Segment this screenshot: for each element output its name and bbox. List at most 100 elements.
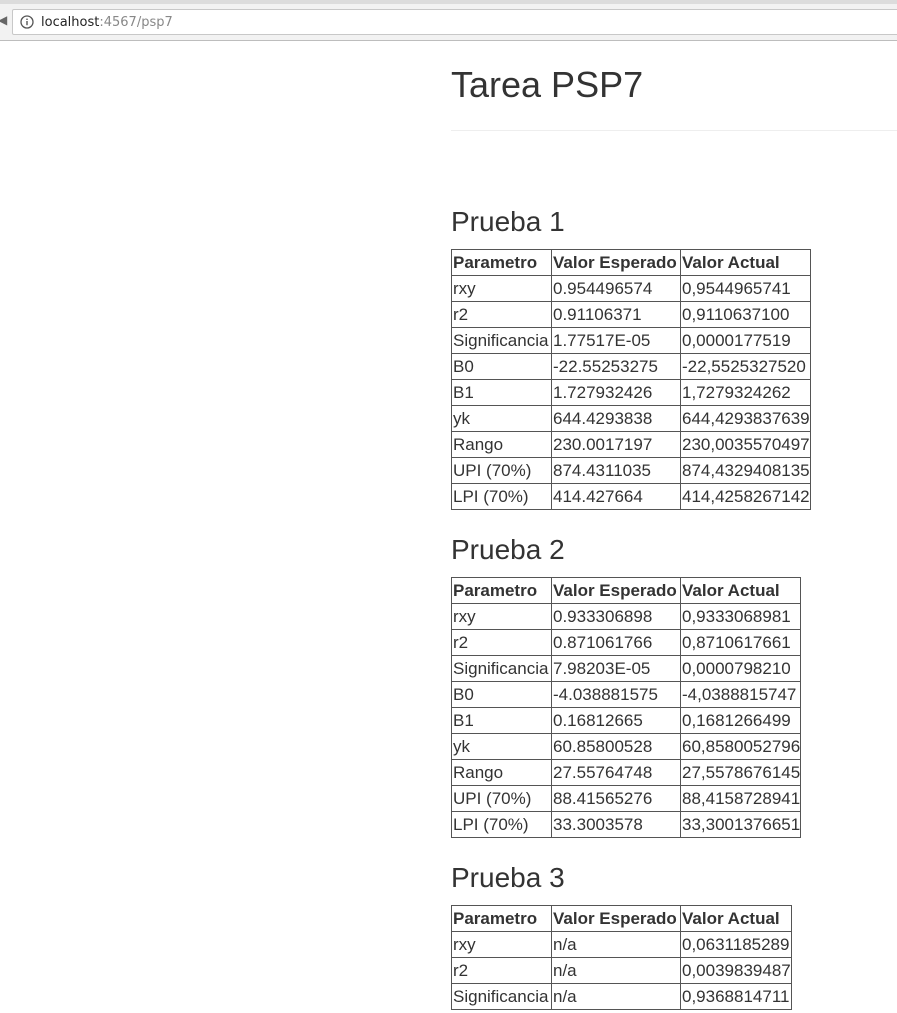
parameter-cell: UPI (70%) [451,785,552,812]
parameter-cell: Significancia [451,655,552,682]
table-row: Rango 230.0017197 230,0035570497 [451,431,811,458]
test-title: Prueba 3 [451,862,565,893]
expected-value-cell: 0.954496574 [551,275,681,302]
table-header-row: Parametro Valor Esperado Valor Actual [451,905,792,932]
parameter-cell: yk [451,405,552,432]
actual-value-cell: 874,4329408135 [680,457,811,484]
parameter-cell: B0 [451,681,552,708]
actual-value-cell: 0,9544965741 [680,275,811,302]
actual-value-cell: 0,9333068981 [679,603,802,630]
actual-value-cell: 0,0000798210 [679,655,802,682]
address-url[interactable]: localhost:4567/psp7 [41,15,173,30]
expected-value-cell: 0.91106371 [551,301,681,328]
parameter-cell: LPI (70%) [451,811,552,838]
column-header: Parametro [451,905,552,932]
parameter-cell: r2 [451,629,552,656]
expected-value-cell: 0.871061766 [551,629,681,656]
expected-value-cell: n/a [551,957,681,984]
column-header: Valor Esperado [551,249,681,276]
expected-value-cell: 60.85800528 [551,733,681,760]
table-row: B1 1.727932426 1,7279324262 [451,379,811,406]
parameter-cell: B0 [451,353,552,380]
page-content: Tarea PSP7 Prueba 1 Parametro Valor Espera… [451,40,897,1010]
actual-value-cell: -4,0388815747 [679,681,802,708]
test-title: Prueba 2 [451,534,565,565]
results-table: Parametro Valor Esperado Valor Actual rxy 0.… [451,577,802,838]
expected-value-cell: n/a [551,931,681,958]
actual-value-cell: 33,3001376651 [679,811,802,838]
table-row: B0 -22.55253275 -22,5525327520 [451,353,811,380]
expected-value-cell: 33.3003578 [551,811,681,838]
test-section: Prueba 3 Parametro Valor Esperado Valor Act… [451,862,897,1010]
parameter-cell: LPI (70%) [451,483,552,510]
actual-value-cell: 0,0039839487 [680,957,792,984]
column-header: Valor Esperado [551,905,681,932]
actual-value-cell: 1,7279324262 [680,379,811,406]
title-divider [451,130,897,131]
expected-value-cell: 7.98203E-05 [551,655,681,682]
parameter-cell: rxy [451,603,552,630]
parameter-cell: r2 [451,957,552,984]
parameter-cell: rxy [451,931,552,958]
table-row: r2 n/a 0,0039839487 [451,957,792,984]
actual-value-cell: 27,5578676145 [679,759,802,786]
column-header: Valor Actual [680,905,792,932]
column-header: Valor Actual [680,249,811,276]
parameter-cell: Significancia [451,327,552,354]
table-row: yk 60.85800528 60,8580052796 [451,733,802,760]
table-row: Significancia 1.77517E-05 0,0000177519 [451,327,811,354]
results-table: Parametro Valor Esperado Valor Actual rxy n/… [451,905,792,1010]
actual-value-cell: 0,0000177519 [680,327,811,354]
url-host: localhost [41,15,100,30]
table-row: UPI (70%) 88.41565276 88,4158728941 [451,785,802,812]
table-row: LPI (70%) 33.3003578 33,3001376651 [451,811,802,838]
column-header: Parametro [451,249,552,276]
actual-value-cell: 0,9110637100 [680,301,811,328]
expected-value-cell: 644.4293838 [551,405,681,432]
parameter-cell: UPI (70%) [451,457,552,484]
test-section: Prueba 1 Parametro Valor Esperado Valor Act… [451,206,897,510]
table-row: rxy n/a 0,0631185289 [451,931,792,958]
back-arrow-icon[interactable]: ◀ [0,13,7,27]
table-row: Significancia n/a 0,9368814711 [451,983,792,1010]
expected-value-cell: 414.427664 [551,483,681,510]
table-header-row: Parametro Valor Esperado Valor Actual [451,249,811,276]
info-icon[interactable] [20,15,34,29]
actual-value-cell: 88,4158728941 [679,785,802,812]
parameter-cell: yk [451,733,552,760]
expected-value-cell: 88.41565276 [551,785,681,812]
column-header: Valor Esperado [551,577,681,604]
browser-toolbar: ◀ localhost:4567/psp7 [0,4,897,41]
parameter-cell: Rango [451,759,552,786]
parameter-cell: r2 [451,301,552,328]
actual-value-cell: -22,5525327520 [680,353,811,380]
expected-value-cell: -4.038881575 [551,681,681,708]
parameter-cell: Rango [451,431,552,458]
parameter-cell: B1 [451,707,552,734]
expected-value-cell: 230.0017197 [551,431,681,458]
expected-value-cell: 0.16812665 [551,707,681,734]
url-path: :4567/psp7 [99,15,173,30]
expected-value-cell: 1.77517E-05 [551,327,681,354]
test-section: Prueba 2 Parametro Valor Esperado Valor Act… [451,534,897,838]
expected-value-cell: 1.727932426 [551,379,681,406]
actual-value-cell: 0,8710617661 [679,629,802,656]
column-header: Valor Actual [679,577,802,604]
address-bar[interactable]: localhost:4567/psp7 [12,9,897,35]
table-row: Rango 27.55764748 27,5578676145 [451,759,802,786]
actual-value-cell: 230,0035570497 [680,431,811,458]
results-table: Parametro Valor Esperado Valor Actual rxy 0.… [451,249,811,510]
table-header-row: Parametro Valor Esperado Valor Actual [451,577,802,604]
parameter-cell: B1 [451,379,552,406]
table-row: B1 0.16812665 0,1681266499 [451,707,802,734]
actual-value-cell: 0,0631185289 [680,931,792,958]
table-row: UPI (70%) 874.4311035 874,4329408135 [451,457,811,484]
expected-value-cell: -22.55253275 [551,353,681,380]
expected-value-cell: 27.55764748 [551,759,681,786]
table-row: B0 -4.038881575 -4,0388815747 [451,681,802,708]
expected-value-cell: 0.933306898 [551,603,681,630]
table-row: yk 644.4293838 644,4293837639 [451,405,811,432]
actual-value-cell: 0,1681266499 [679,707,802,734]
actual-value-cell: 414,4258267142 [680,483,811,510]
page-title: Tarea PSP7 [451,64,644,105]
